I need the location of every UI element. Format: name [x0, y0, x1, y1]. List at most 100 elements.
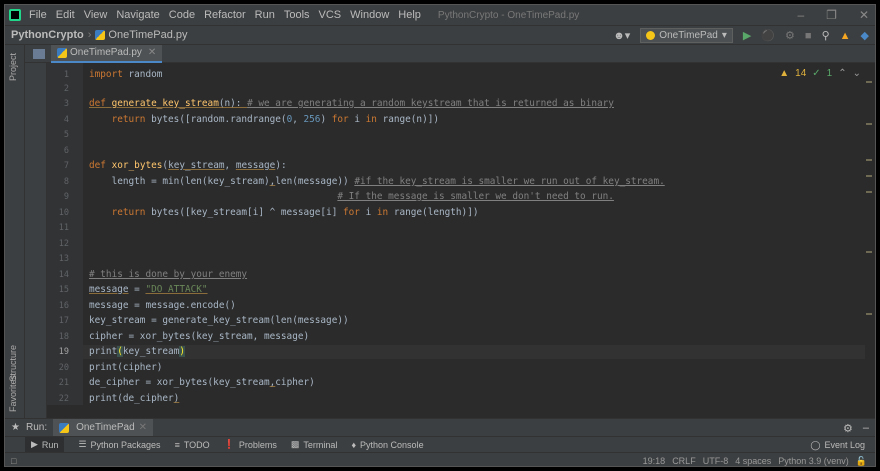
- menu-tools[interactable]: Tools: [284, 9, 310, 21]
- tool-window-console[interactable]: ♦ Python Console: [351, 440, 423, 450]
- code-line[interactable]: def generate_key_stream(n): # we are gen…: [89, 97, 871, 111]
- file-encoding[interactable]: UTF-8: [703, 456, 729, 466]
- status-bar: □ 19:18 CRLF UTF-8 4 spaces Python 3.9 (…: [5, 452, 875, 467]
- stripe-mark[interactable]: [866, 191, 872, 193]
- indent-setting[interactable]: 4 spaces: [735, 456, 771, 466]
- menu-run[interactable]: Run: [255, 9, 275, 21]
- previous-highlight-icon[interactable]: ⌃: [838, 68, 846, 79]
- user-icon[interactable]: ☻▾: [613, 29, 630, 42]
- stripe-mark[interactable]: [866, 123, 872, 125]
- debug-icon[interactable]: ⚫: [761, 29, 775, 42]
- hide-icon[interactable]: –: [863, 422, 869, 434]
- code-line-current[interactable]: print(key_stream): [83, 345, 865, 359]
- project-panel[interactable]: [25, 63, 47, 418]
- minimize-icon[interactable]: –: [797, 8, 804, 22]
- tool-window-event-log[interactable]: ◯ Event Log: [810, 437, 865, 453]
- menu-refactor[interactable]: Refactor: [204, 9, 246, 21]
- menu-code[interactable]: Code: [169, 9, 195, 21]
- tool-window-run[interactable]: ▶ Run: [25, 436, 65, 453]
- code-line[interactable]: message = message.encode(): [89, 299, 871, 313]
- window-title: PythonCrypto - OneTimePad.py: [437, 9, 580, 21]
- run-configuration-select[interactable]: OneTimePad ▾: [640, 28, 733, 43]
- tool-window-run-label: Run: [41, 439, 59, 450]
- menu-file[interactable]: File: [29, 9, 47, 21]
- tool-window-terminal[interactable]: ▩ Terminal: [291, 439, 338, 450]
- breadcrumb-file[interactable]: OneTimePad.py: [108, 29, 187, 41]
- lock-icon[interactable]: 🔓: [856, 456, 867, 467]
- tab-onetimepad[interactable]: OneTimePad.py ✕: [51, 44, 163, 63]
- breadcrumb-project[interactable]: PythonCrypto: [11, 29, 84, 41]
- search-icon[interactable]: ⚲: [822, 29, 830, 42]
- line-number: 5: [63, 130, 69, 140]
- project-tool-button[interactable]: Project: [8, 53, 18, 81]
- run-tab-label: OneTimePad: [76, 422, 135, 433]
- line-number: 6: [63, 146, 69, 156]
- line-number: 20: [58, 363, 69, 373]
- menu-vcs[interactable]: VCS: [319, 9, 342, 21]
- tool-window-console-label: Python Console: [360, 439, 424, 450]
- stripe-mark[interactable]: [866, 251, 872, 253]
- coverage-icon[interactable]: ⚙: [785, 29, 795, 42]
- run-icon[interactable]: ▶: [743, 29, 751, 42]
- tool-window-problems[interactable]: ❗ Problems: [224, 439, 277, 450]
- code-line[interactable]: # this is done by your enemy: [89, 268, 871, 282]
- code-line[interactable]: message = "DO ATTACK": [89, 283, 871, 297]
- ide-window: File Edit View Navigate Code Refactor Ru…: [4, 4, 876, 467]
- code-line[interactable]: def xor_bytes(key_stream, message):: [89, 159, 871, 173]
- code-line[interactable]: print(cipher): [89, 361, 871, 375]
- line-number: 15: [58, 285, 69, 295]
- event-log-icon: ◯: [810, 439, 821, 450]
- jetbrains-icon[interactable]: ◆: [861, 29, 869, 42]
- close-icon[interactable]: ✕: [859, 8, 869, 22]
- stop-icon[interactable]: ■: [805, 30, 812, 42]
- code-line[interactable]: length = min(len(key_stream),len(message…: [89, 175, 871, 189]
- run-tab-onetimepad[interactable]: OneTimePad ✕: [53, 418, 154, 437]
- python-console-icon: ♦: [351, 439, 357, 450]
- code-editor[interactable]: import random def generate_key_stream(n)…: [83, 63, 865, 405]
- menu-help[interactable]: Help: [398, 9, 421, 21]
- status-widgets: 19:18 CRLF UTF-8 4 spaces Python 3.9 (ve…: [643, 453, 867, 467]
- tool-window-todo[interactable]: ≡ TODO: [175, 440, 210, 450]
- run-tool-window-header: ★ Run: OneTimePad ✕ ⚙ –: [5, 418, 875, 437]
- code-line[interactable]: return bytes([random.randrange(0, 256) f…: [89, 113, 871, 127]
- line-number: 12: [58, 239, 69, 249]
- event-log-label: Event Log: [824, 440, 865, 450]
- line-number: 21: [58, 378, 69, 388]
- menu-bar: File Edit View Navigate Code Refactor Ru…: [5, 5, 875, 25]
- next-highlight-icon[interactable]: ⌄: [853, 68, 861, 79]
- code-line[interactable]: return bytes([key_stream[i] ^ message[i]…: [89, 206, 871, 220]
- inspection-widget[interactable]: ▲ 14 ✓ 1 ⌃ ⌄: [779, 68, 861, 79]
- stripe-mark[interactable]: [866, 159, 872, 161]
- close-tab-icon[interactable]: ✕: [148, 47, 156, 58]
- python-file-icon: [59, 422, 70, 433]
- code-line[interactable]: cipher = xor_bytes(key_stream, message): [89, 330, 871, 344]
- project-view-icon[interactable]: [33, 48, 45, 59]
- close-tab-icon[interactable]: ✕: [139, 422, 147, 433]
- code-line[interactable]: # If the message is smaller we don't nee…: [89, 190, 871, 204]
- tool-windows-bar: ▶ Run ☰ Python Packages ≡ TODO ❗ Problem…: [5, 436, 875, 453]
- line-separator[interactable]: CRLF: [672, 456, 696, 466]
- menu-window[interactable]: Window: [350, 9, 389, 21]
- tool-window-packages[interactable]: ☰ Python Packages: [78, 439, 160, 450]
- code-line[interactable]: import random: [89, 68, 871, 82]
- run-icon: ▶: [31, 439, 38, 449]
- update-icon[interactable]: ▲: [840, 30, 851, 42]
- stripe-mark[interactable]: [866, 313, 872, 315]
- code-line[interactable]: key_stream = generate_key_stream(len(mes…: [89, 314, 871, 328]
- python-interpreter[interactable]: Python 3.9 (venv): [778, 456, 849, 466]
- toggle-tool-windows-icon[interactable]: □: [11, 456, 16, 466]
- code-line[interactable]: de_cipher = xor_bytes(key_stream,cipher): [89, 376, 871, 390]
- maximize-icon[interactable]: ❐: [826, 8, 837, 22]
- stripe-mark[interactable]: [866, 175, 872, 177]
- menu-view[interactable]: View: [84, 9, 108, 21]
- menu-edit[interactable]: Edit: [56, 9, 75, 21]
- gear-icon[interactable]: ⚙: [843, 422, 853, 435]
- stripe-mark[interactable]: [866, 81, 872, 83]
- code-line[interactable]: print(de_cipher): [89, 392, 871, 406]
- pycharm-logo-icon: [9, 9, 21, 21]
- tool-window-packages-label: Python Packages: [90, 439, 161, 450]
- favorites-tool-button[interactable]: Favorites: [8, 375, 18, 412]
- caret-position[interactable]: 19:18: [643, 456, 666, 466]
- menu-navigate[interactable]: Navigate: [116, 9, 159, 21]
- error-stripe[interactable]: [865, 63, 873, 405]
